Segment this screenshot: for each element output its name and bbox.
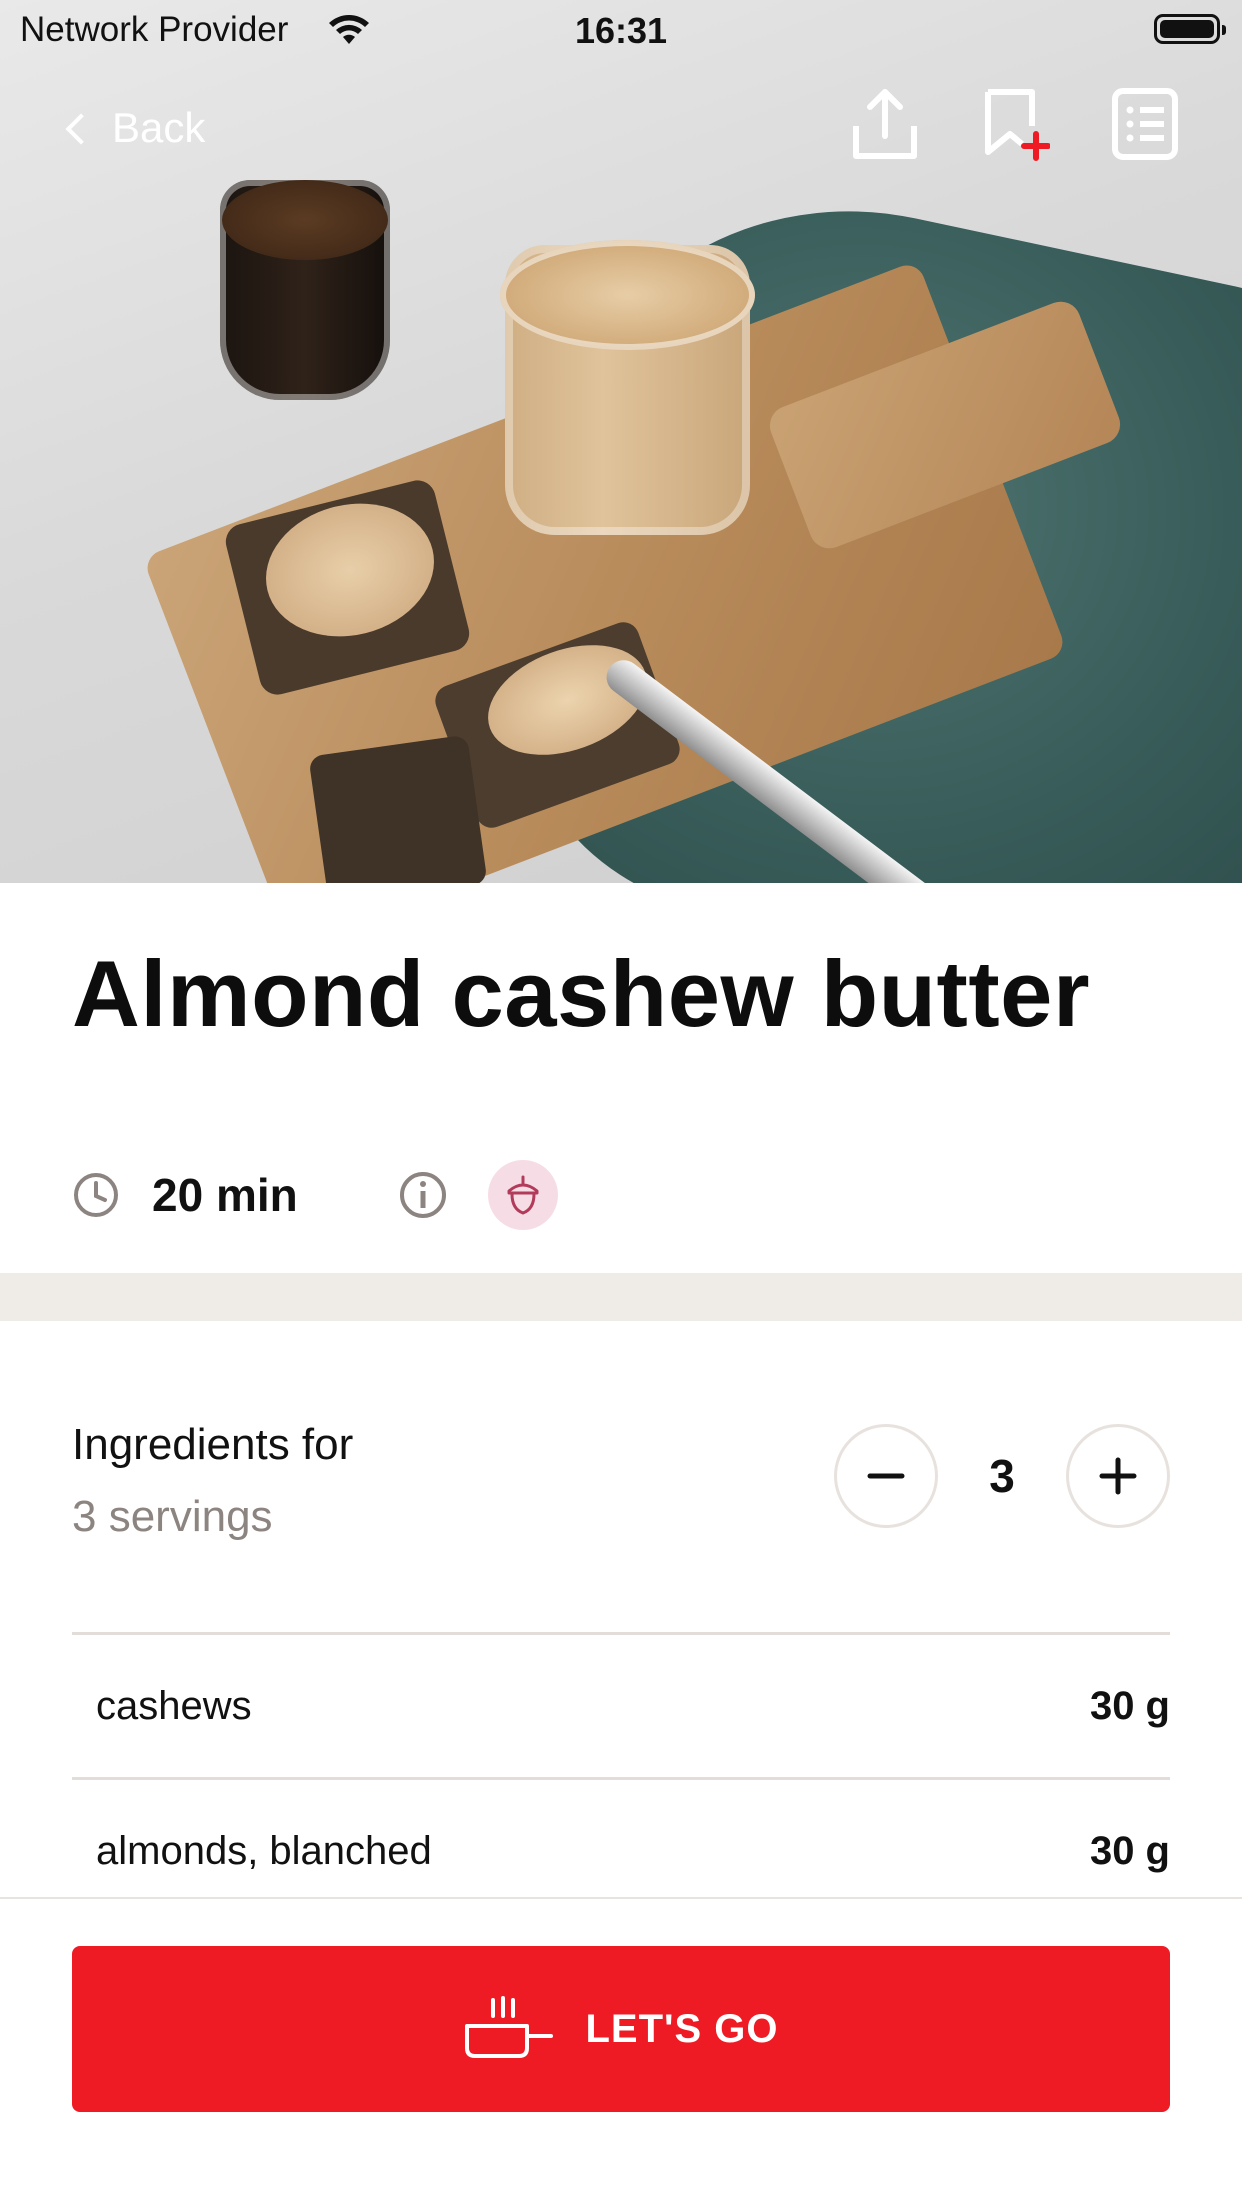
ingredient-list: cashews 30 g almonds, blanched 30 g bbox=[72, 1632, 1170, 1922]
recipe-meta: 20 min bbox=[72, 1160, 558, 1230]
minus-icon bbox=[867, 1473, 905, 1479]
section-divider bbox=[0, 1273, 1242, 1321]
share-icon[interactable] bbox=[850, 86, 920, 162]
servings-value: 3 bbox=[989, 1450, 1015, 1502]
back-label: Back bbox=[112, 104, 206, 151]
cooking-pot-icon bbox=[465, 1996, 554, 2058]
servings-stepper: 3 bbox=[834, 1424, 1170, 1528]
list-icon[interactable] bbox=[1110, 86, 1180, 162]
ingredients-header: Ingredients for 3 servings bbox=[72, 1420, 353, 1542]
clock-icon bbox=[74, 1173, 118, 1217]
ingredient-qty: 30 g bbox=[1089, 1683, 1170, 1728]
ingredient-name: cashews bbox=[96, 1683, 252, 1728]
chevron-left-icon bbox=[65, 113, 97, 145]
decrease-servings-button[interactable] bbox=[834, 1424, 938, 1528]
info-icon[interactable] bbox=[398, 1170, 448, 1220]
increase-servings-button[interactable] bbox=[1066, 1424, 1170, 1528]
recipe-time: 20 min bbox=[152, 1169, 298, 1221]
ingredients-heading: Ingredients for bbox=[72, 1420, 354, 1469]
status-time: 16:31 bbox=[574, 10, 668, 51]
recipe-title: Almond cashew butter bbox=[72, 941, 1091, 1046]
hero-bread-slice bbox=[308, 734, 488, 883]
nut-badge bbox=[487, 1160, 558, 1230]
hero-coffee-crema bbox=[222, 180, 388, 260]
acorn-icon bbox=[507, 1175, 539, 1215]
ingredient-row: cashews 30 g bbox=[72, 1632, 1170, 1777]
status-bar: Network Provider 16:31 bbox=[0, 0, 1242, 64]
lets-go-button[interactable]: LET'S GO bbox=[72, 1946, 1170, 2112]
back-button[interactable]: Back bbox=[65, 104, 206, 152]
battery-icon bbox=[1154, 14, 1226, 44]
nav-actions bbox=[850, 86, 1180, 162]
bookmark-add-icon[interactable] bbox=[980, 86, 1050, 162]
servings-label: 3 servings bbox=[72, 1492, 273, 1541]
footer-bar: LET'S GO bbox=[0, 1897, 1242, 2210]
ingredient-qty: 30 g bbox=[1089, 1828, 1170, 1873]
ingredient-name: almonds, blanched bbox=[96, 1828, 432, 1873]
hero-jar-top bbox=[500, 240, 755, 350]
lets-go-label: LET'S GO bbox=[585, 2006, 779, 2051]
plus-icon bbox=[1099, 1457, 1137, 1495]
